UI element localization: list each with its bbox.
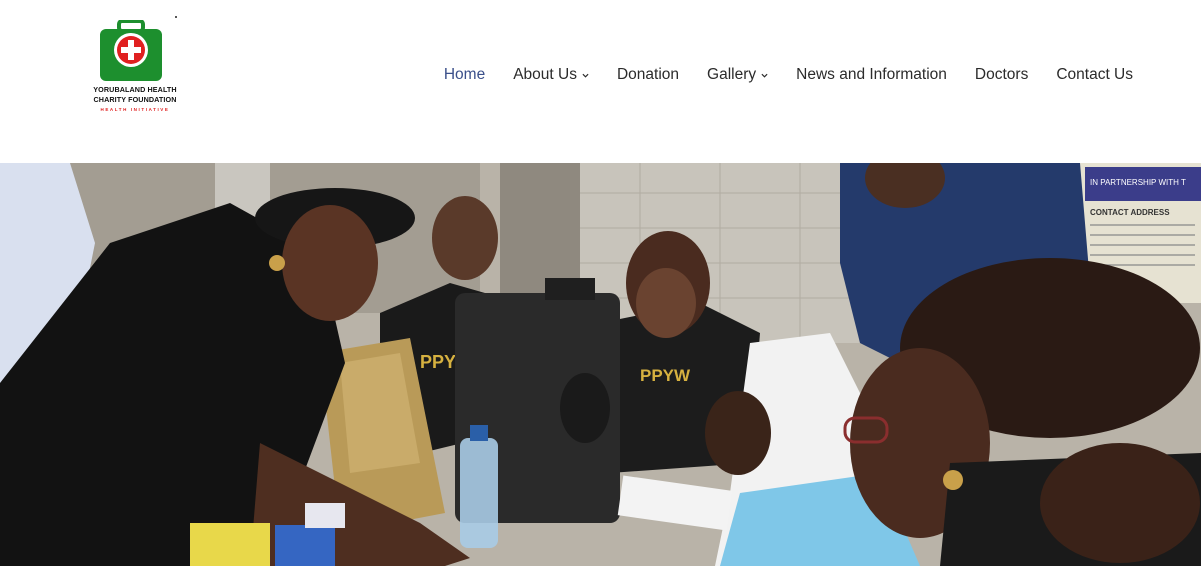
main-navigation: Home About Us Donation Gallery News and … <box>444 64 1133 86</box>
nav-item-gallery[interactable]: Gallery <box>707 64 768 86</box>
nav-item-about-us[interactable]: About Us <box>513 64 589 86</box>
nav-item-donation[interactable]: Donation <box>617 64 679 86</box>
nav-item-news-and-information[interactable]: News and Information <box>796 64 947 86</box>
nav-label-about-us: About Us <box>513 66 577 83</box>
nav-label-news: News and Information <box>796 66 947 83</box>
medical-bag-icon <box>100 20 162 81</box>
logo-line-1: YORUBALAND HEALTH <box>93 85 177 94</box>
site-header: YORUBALAND HEALTH CHARITY FOUNDATION HEA… <box>0 0 1201 163</box>
nav-label-donation: Donation <box>616 66 680 83</box>
nav-label-gallery: Gallery <box>707 66 757 83</box>
logo-tagline: HEALTH INITIATIVE <box>100 107 170 112</box>
banner-line-2: CONTACT ADDRESS <box>1090 208 1170 217</box>
nav-item-contact-us[interactable]: Contact Us <box>1056 64 1133 86</box>
nav-item-home[interactable]: Home <box>444 64 485 86</box>
hero-image: IN PARTNERSHIP WITH T CONTACT ADDRESS PP… <box>0 163 1201 566</box>
logo-dot <box>175 16 177 18</box>
site-logo[interactable]: YORUBALAND HEALTH CHARITY FOUNDATION HEA… <box>86 16 184 118</box>
chevron-down-icon <box>761 73 768 78</box>
nav-label-doctors: Doctors <box>974 66 1029 83</box>
shirt-text-2: PPYW <box>640 366 691 385</box>
nav-label-contact-us: Contact Us <box>1056 66 1133 83</box>
shirt-text-1: PPY <box>420 352 456 372</box>
logo-line-2: CHARITY FOUNDATION <box>93 95 177 104</box>
nav-item-doctors[interactable]: Doctors <box>975 64 1028 86</box>
chevron-down-icon <box>582 73 589 78</box>
medical-outreach-photo: IN PARTNERSHIP WITH T CONTACT ADDRESS PP… <box>0 163 1201 566</box>
nav-label-home: Home <box>443 66 486 83</box>
banner-line-1: IN PARTNERSHIP WITH T <box>1090 178 1186 187</box>
